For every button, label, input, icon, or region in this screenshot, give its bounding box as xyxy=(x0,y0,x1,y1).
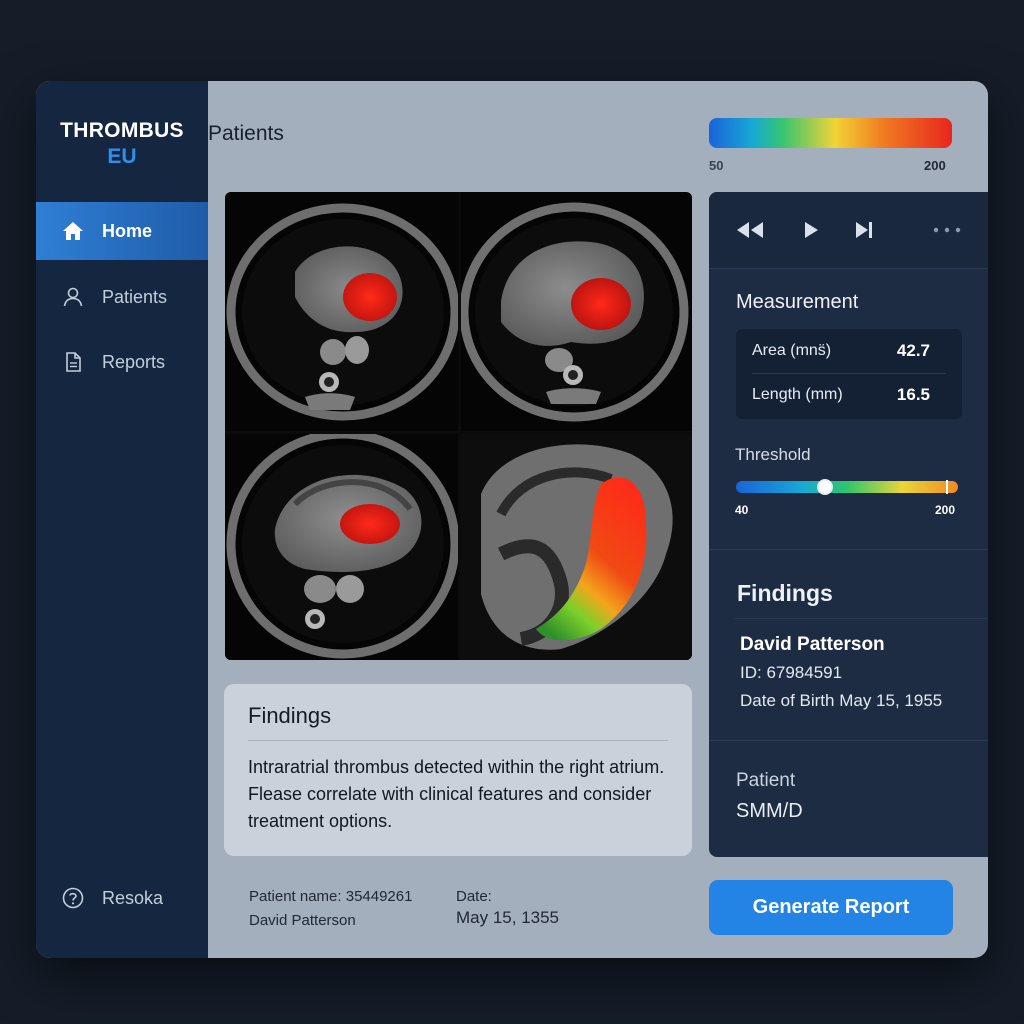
divider xyxy=(709,549,988,550)
sidebar-item-label: Home xyxy=(102,220,153,241)
skip-forward-icon[interactable] xyxy=(852,218,876,242)
color-scale-min: 50 xyxy=(709,158,724,173)
patient-name-label: Patient name: 35449261 xyxy=(249,888,413,905)
measurement-title: Measurement xyxy=(736,291,859,313)
threshold-min: 40 xyxy=(735,503,749,517)
measurement-table: Area (mns̈) 42.7 Length (mm) 16.5 xyxy=(736,329,962,419)
sidebar-item-reports[interactable]: Reports xyxy=(36,333,208,391)
scan-viewer[interactable] xyxy=(225,192,692,660)
patient-name: David Patterson xyxy=(740,634,885,655)
measurement-label: Length (mm) xyxy=(752,386,843,403)
sidebar-item-label: Patients xyxy=(102,286,168,307)
patient-section-value: SMM/D xyxy=(736,800,803,822)
scan-image-axial-1[interactable] xyxy=(225,192,458,431)
findings-panel-title: Findings xyxy=(737,580,833,606)
threshold-slider[interactable] xyxy=(736,479,958,495)
sidebar-item-home[interactable]: Home xyxy=(36,202,208,260)
playback-controls xyxy=(709,192,988,269)
findings-title: Findings xyxy=(248,703,332,728)
play-icon[interactable] xyxy=(801,218,821,242)
measurement-value: 42.7 xyxy=(896,341,930,360)
brand-logo: THROMBUS EU xyxy=(36,119,208,169)
rewind-icon[interactable] xyxy=(735,218,765,242)
patient-section-label: Patient xyxy=(736,770,796,791)
date-label: Date: xyxy=(456,888,492,905)
help-icon xyxy=(62,887,84,909)
patient-id: ID: 67984591 xyxy=(740,663,843,682)
divider xyxy=(248,740,668,741)
home-icon xyxy=(62,220,84,242)
divider xyxy=(709,740,988,741)
brand-region: EU xyxy=(107,145,137,168)
threshold-label: Threshold xyxy=(735,445,811,464)
brand-name: THROMBUS xyxy=(60,119,184,142)
measurement-row: Length (mm) 16.5 xyxy=(752,373,946,417)
more-options-icon[interactable] xyxy=(931,218,963,242)
document-icon xyxy=(62,351,84,373)
page-title: Patients xyxy=(208,122,284,145)
measurement-label: Area (mns̈) xyxy=(752,342,832,359)
threshold-max: 200 xyxy=(935,503,956,517)
threshold-max-marker xyxy=(946,480,948,494)
scan-image-sagittal[interactable] xyxy=(461,434,692,660)
sidebar: THROMBUS EU Home Patients Reports Resoka xyxy=(36,81,208,958)
threshold-slider-handle[interactable] xyxy=(816,479,833,495)
findings-text: Intraratrial thrombus detected within th… xyxy=(248,757,665,831)
date-value: May 15, 1355 xyxy=(456,908,560,927)
color-scale-max: 200 xyxy=(924,158,946,173)
sidebar-item-label: Resoka xyxy=(102,887,164,908)
user-icon xyxy=(62,286,84,308)
color-scale-bar xyxy=(709,118,952,148)
scan-image-axial-3[interactable] xyxy=(225,434,458,660)
sidebar-item-label: Reports xyxy=(102,351,166,372)
measurement-row: Area (mns̈) 42.7 xyxy=(752,329,946,373)
generate-report-button[interactable]: Generate Report xyxy=(709,880,953,935)
sidebar-item-patients[interactable]: Patients xyxy=(36,268,208,326)
divider xyxy=(735,618,988,619)
right-panel: Measurement Area (mns̈) 42.7 Length (mm)… xyxy=(709,192,988,857)
scan-image-axial-2[interactable] xyxy=(461,192,692,431)
measurement-value: 16.5 xyxy=(896,385,930,404)
sidebar-item-resoka[interactable]: Resoka xyxy=(36,869,208,927)
patient-dob: Date of Birth May 15, 1955 xyxy=(740,691,943,710)
findings-card: Findings Intraratrial thrombus detected … xyxy=(224,684,692,856)
patient-name-value: David Patterson xyxy=(249,912,356,929)
